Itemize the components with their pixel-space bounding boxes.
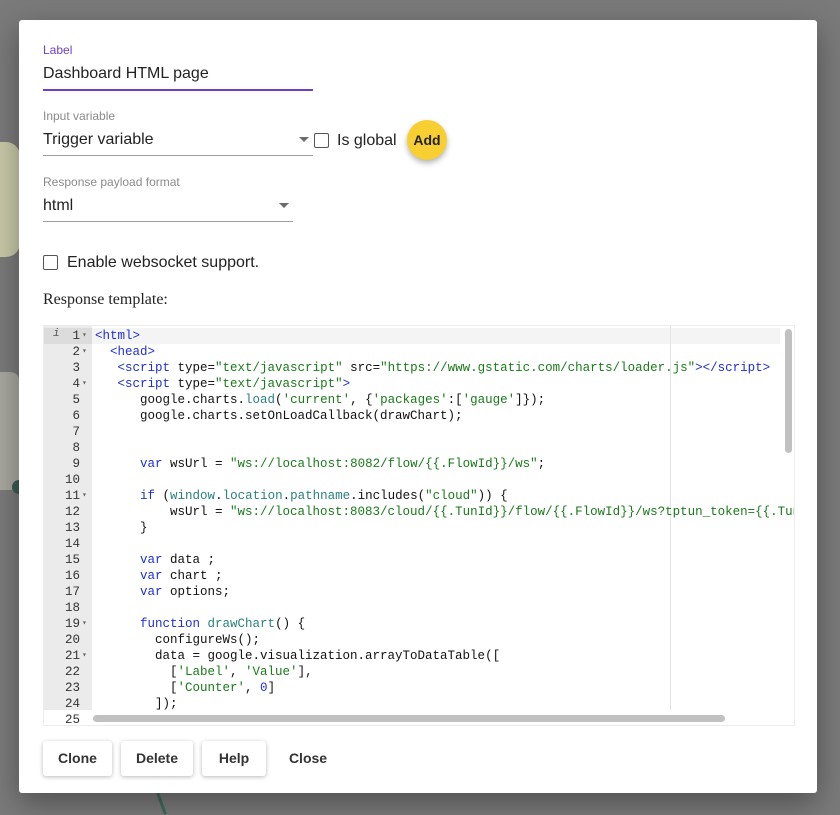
input-variable-title: Input variable bbox=[43, 109, 116, 123]
fold-toggle-icon[interactable]: ▾ bbox=[82, 616, 87, 632]
code-text: function drawChart() { bbox=[140, 617, 306, 631]
line-number: 19 bbox=[64, 617, 80, 631]
fold-toggle-icon[interactable]: ▾ bbox=[82, 344, 87, 360]
background-flow-node bbox=[0, 142, 20, 257]
code-text: wsUrl = "ws://localhost:8083/cloud/{{.Tu… bbox=[95, 505, 794, 519]
fold-toggle-icon[interactable]: ▾ bbox=[82, 488, 87, 504]
label-input-underline bbox=[43, 89, 313, 91]
label-input[interactable]: Dashboard HTML page bbox=[43, 63, 313, 85]
background-connector-line bbox=[156, 792, 167, 815]
code-text: data = google.visualization.arrayToDataT… bbox=[95, 649, 501, 663]
line-number: 15 bbox=[64, 553, 80, 567]
line-number: 25 bbox=[64, 713, 80, 726]
code-text: var options; bbox=[140, 585, 231, 599]
code-text: <script type="text/javascript"> bbox=[117, 377, 351, 391]
line-number: 20 bbox=[64, 633, 80, 647]
line-number: 2 bbox=[72, 345, 80, 359]
code-text: ['Label', 'Value'], bbox=[95, 665, 313, 679]
fold-toggle-icon[interactable]: ▾ bbox=[82, 648, 87, 664]
code-text: ]); bbox=[95, 697, 178, 711]
line-number: 17 bbox=[64, 585, 80, 599]
add-button[interactable]: Add bbox=[407, 120, 447, 160]
horizontal-scrollbar[interactable] bbox=[93, 715, 725, 722]
clone-button[interactable]: Clone bbox=[43, 741, 112, 776]
code-text: if (window.location.pathname.includes("c… bbox=[140, 489, 508, 503]
line-number: 12 bbox=[64, 505, 80, 519]
code-text: var wsUrl = "ws://localhost:8082/flow/{{… bbox=[140, 457, 546, 471]
code-text: <html> bbox=[95, 329, 141, 343]
input-variable-underline bbox=[43, 155, 313, 156]
code-text: configureWs(); bbox=[95, 633, 261, 647]
code-text: google.charts.load('current', {'packages… bbox=[95, 393, 546, 407]
input-variable-value[interactable]: Trigger variable bbox=[43, 129, 313, 151]
fold-toggle-icon[interactable]: ▾ bbox=[82, 376, 87, 392]
payload-format-value[interactable]: html bbox=[43, 195, 293, 217]
line-number: 4 bbox=[72, 377, 80, 391]
line-number: 1 bbox=[72, 329, 80, 343]
input-variable-select[interactable]: Input variable Trigger variable bbox=[43, 109, 313, 156]
code-text: } bbox=[95, 521, 148, 535]
code-text: google.charts.setOnLoadCallback(drawChar… bbox=[95, 409, 463, 423]
line-number: 3 bbox=[72, 361, 80, 375]
line-number: 6 bbox=[72, 409, 80, 423]
vertical-scrollbar[interactable] bbox=[785, 329, 792, 453]
label-field[interactable]: Label Dashboard HTML page bbox=[43, 43, 313, 91]
code-text: var data ; bbox=[140, 553, 216, 567]
background-flow-node bbox=[0, 372, 20, 490]
line-number: 5 bbox=[72, 393, 80, 407]
dropdown-caret-icon[interactable] bbox=[299, 137, 309, 142]
line-number: 7 bbox=[72, 425, 80, 439]
fold-toggle-icon[interactable]: ▾ bbox=[82, 328, 87, 344]
line-number: 21 bbox=[64, 649, 80, 663]
websocket-label: Enable websocket support. bbox=[67, 254, 260, 271]
line-number: 13 bbox=[64, 521, 80, 535]
code-text: <script type="text/javascript" src="http… bbox=[117, 361, 771, 375]
active-line-highlight bbox=[92, 328, 780, 344]
line-number: 24 bbox=[64, 697, 80, 711]
websocket-checkbox[interactable] bbox=[43, 255, 58, 270]
line-number: 10 bbox=[64, 473, 80, 487]
payload-format-underline bbox=[43, 221, 293, 222]
delete-button[interactable]: Delete bbox=[121, 741, 193, 776]
is-global-checkbox[interactable] bbox=[314, 133, 329, 148]
line-number: 23 bbox=[64, 681, 80, 695]
line-number: 11 bbox=[64, 489, 80, 503]
code-text: var chart ; bbox=[140, 569, 223, 583]
response-template-title: Response template: bbox=[43, 291, 168, 308]
help-button[interactable]: Help bbox=[202, 741, 266, 776]
payload-format-select[interactable]: Response payload format html bbox=[43, 175, 293, 222]
line-number: 22 bbox=[64, 665, 80, 679]
code-text: ['Counter', 0] bbox=[95, 681, 276, 695]
label-field-title: Label bbox=[43, 43, 73, 57]
line-number: 9 bbox=[72, 457, 80, 471]
line-number: 18 bbox=[64, 601, 80, 615]
code-editor[interactable]: i 1 ▾ <html> 2 ▾ <head> 3 <script type="text/… bbox=[43, 325, 795, 726]
close-button[interactable]: Close bbox=[275, 741, 341, 776]
line-number: 16 bbox=[64, 569, 80, 583]
code-text: <head> bbox=[110, 345, 156, 359]
node-settings-dialog: Label Dashboard HTML page Input variable… bbox=[19, 20, 817, 793]
line-number: 14 bbox=[64, 537, 80, 551]
is-global-label: Is global bbox=[337, 132, 397, 149]
line-number: 8 bbox=[72, 441, 80, 455]
payload-format-title: Response payload format bbox=[43, 175, 180, 189]
dropdown-caret-icon[interactable] bbox=[279, 203, 289, 208]
